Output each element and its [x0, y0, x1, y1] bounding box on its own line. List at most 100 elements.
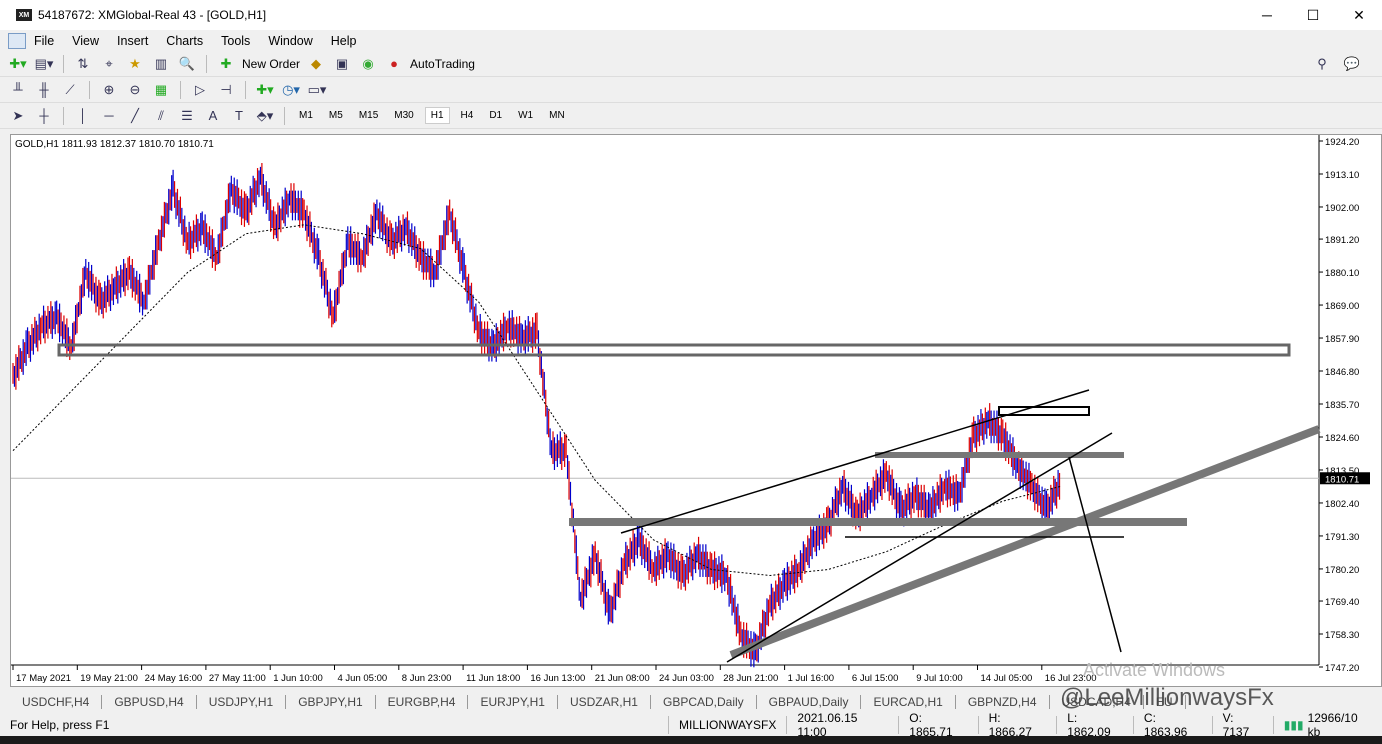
market-watch-icon[interactable]: ⇅: [73, 55, 93, 73]
cursor-icon[interactable]: ➤: [8, 107, 28, 125]
profiles-icon[interactable]: ▤▾: [34, 55, 54, 73]
search-icon[interactable]: ⚲: [1312, 55, 1332, 73]
minimize-button[interactable]: ─: [1244, 0, 1290, 30]
y-tick-label: 1780.20: [1325, 565, 1359, 576]
crosshair-icon[interactable]: ┼: [34, 107, 54, 125]
equidistant-channel-icon[interactable]: ⫽: [151, 107, 171, 125]
symbol-tab[interactable]: GBPUSD,H4: [102, 695, 197, 709]
tf-d1[interactable]: D1: [484, 108, 507, 123]
data-window-icon[interactable]: ⌖: [99, 55, 119, 73]
y-tick-label: 1880.10: [1325, 268, 1359, 279]
tf-m1[interactable]: M1: [294, 108, 318, 123]
tf-mn[interactable]: MN: [544, 108, 570, 123]
symbol-tab[interactable]: EURGBP,H4: [376, 695, 469, 709]
menu-tools[interactable]: Tools: [221, 34, 250, 48]
indicators-icon[interactable]: ✚▾: [255, 81, 275, 99]
symbol-tab[interactable]: USDJPY,H1: [197, 695, 287, 709]
market-icon[interactable]: ▣: [332, 55, 352, 73]
tf-h4[interactable]: H4: [456, 108, 479, 123]
y-tick-label: 1913.10: [1325, 170, 1359, 181]
menu-file[interactable]: File: [34, 34, 54, 48]
connection-status: ▮▮▮ 12966/10 kb: [1272, 711, 1382, 739]
bar-chart-icon[interactable]: ╨: [8, 81, 28, 99]
arrows-icon[interactable]: ⬘▾: [255, 107, 275, 125]
signals-icon[interactable]: ◉: [358, 55, 378, 73]
menu-insert[interactable]: Insert: [117, 34, 148, 48]
x-tick-label: 11 Jun 18:00: [466, 673, 520, 684]
new-order-icon[interactable]: ✚: [216, 55, 236, 73]
tf-m15[interactable]: M15: [354, 108, 383, 123]
symbol-tab[interactable]: GBPCAD,Daily: [651, 695, 757, 709]
x-tick-label: 28 Jun 21:00: [723, 673, 778, 684]
trendline-icon[interactable]: ╱: [125, 107, 145, 125]
x-tick-label: 4 Jun 05:00: [338, 673, 388, 684]
title-bar: XM 54187672: XMGlobal-Real 43 - [GOLD,H1…: [0, 0, 1382, 30]
tile-windows-icon[interactable]: ▦: [151, 81, 171, 99]
chart-shift-icon[interactable]: ⊣: [216, 81, 236, 99]
text-label-icon[interactable]: T: [229, 107, 249, 125]
autoscroll-icon[interactable]: ▷: [190, 81, 210, 99]
candlestick-icon[interactable]: ╫: [34, 81, 54, 99]
symbol-tab[interactable]: USDCAD,H4: [1050, 695, 1144, 709]
x-tick-label: 8 Jun 23:00: [402, 673, 452, 684]
y-tick-label: 1758.30: [1325, 630, 1359, 641]
chat-icon[interactable]: 💬: [1342, 55, 1362, 73]
app-logo: XM: [16, 9, 32, 21]
close-button[interactable]: ✕: [1336, 0, 1382, 30]
menu-view[interactable]: View: [72, 34, 99, 48]
menu-window[interactable]: Window: [268, 34, 312, 48]
symbol-tab[interactable]: EU: [1144, 695, 1186, 709]
symbol-tab[interactable]: GBPNZD,H4: [956, 695, 1050, 709]
menu-charts[interactable]: Charts: [166, 34, 203, 48]
projection-line: [1068, 456, 1122, 653]
activate-windows-watermark: Activate Windows: [1083, 660, 1226, 680]
y-tick-label: 1902.00: [1325, 203, 1359, 214]
y-tick-label: 1747.20: [1325, 663, 1359, 674]
navigator-icon[interactable]: ★: [125, 55, 145, 73]
new-chart-icon[interactable]: ✚▾: [8, 55, 28, 73]
zoom-out-icon[interactable]: ⊖: [125, 81, 145, 99]
price-chart[interactable]: 1924.20 1913.10 1902.00 1891.20 1880.10 1869.…: [11, 135, 1381, 686]
x-tick-label: 19 May 21:00: [80, 673, 138, 684]
bar-low: L: 1862.09: [1056, 711, 1133, 739]
fibonacci-icon[interactable]: ☰: [177, 107, 197, 125]
x-tick-label: 14 Jul 05:00: [981, 673, 1033, 684]
tf-w1[interactable]: W1: [513, 108, 538, 123]
symbol-tab[interactable]: USDZAR,H1: [558, 695, 651, 709]
autotrading-icon[interactable]: ●: [384, 55, 404, 73]
horizontal-line-icon[interactable]: ─: [99, 107, 119, 125]
y-tick-label: 1769.40: [1325, 597, 1359, 608]
x-tick-label: 24 Jun 03:00: [659, 673, 714, 684]
autotrading-button[interactable]: AutoTrading: [410, 57, 475, 71]
maximize-button[interactable]: ☐: [1290, 0, 1336, 30]
x-tick-label: 1 Jun 10:00: [273, 673, 323, 684]
x-tick-label: 24 May 16:00: [145, 673, 203, 684]
symbol-tab[interactable]: GBPAUD,Daily: [757, 695, 862, 709]
new-order-button[interactable]: New Order: [242, 57, 300, 71]
menu-help[interactable]: Help: [331, 34, 357, 48]
symbol-tab[interactable]: USDCHF,H4: [10, 695, 103, 709]
menu-bar: File View Insert Charts Tools Window Hel…: [0, 30, 1382, 51]
tf-m5[interactable]: M5: [324, 108, 348, 123]
chart-window[interactable]: GOLD,H1 1811.93 1812.37 1810.70 1810.71 …: [10, 134, 1382, 687]
symbol-tab[interactable]: GBPJPY,H1: [286, 695, 376, 709]
vertical-line-icon[interactable]: │: [73, 107, 93, 125]
text-icon[interactable]: A: [203, 107, 223, 125]
periods-icon[interactable]: ◷▾: [281, 81, 301, 99]
terminal-icon[interactable]: ▥: [151, 55, 171, 73]
bar-close: C: 1863.96: [1132, 711, 1212, 739]
x-tick-label: 27 May 11:00: [209, 673, 266, 684]
symbol-tab[interactable]: EURCAD,H1: [861, 695, 956, 709]
tf-m30[interactable]: M30: [389, 108, 418, 123]
templates-icon[interactable]: ▭▾: [307, 81, 327, 99]
zoom-in-icon[interactable]: ⊕: [99, 81, 119, 99]
tf-h1[interactable]: H1: [424, 107, 450, 124]
drawn-objects: [57, 343, 1321, 663]
line-chart-icon[interactable]: ⟋: [60, 81, 80, 99]
taskbar: [0, 736, 1382, 744]
metaeditor-icon[interactable]: ◆: [306, 55, 326, 73]
chart-window-icon[interactable]: [8, 32, 26, 49]
current-price-label: 1810.71: [1325, 474, 1359, 485]
symbol-tab[interactable]: EURJPY,H1: [468, 695, 558, 709]
strategy-tester-icon[interactable]: 🔍: [177, 55, 197, 73]
